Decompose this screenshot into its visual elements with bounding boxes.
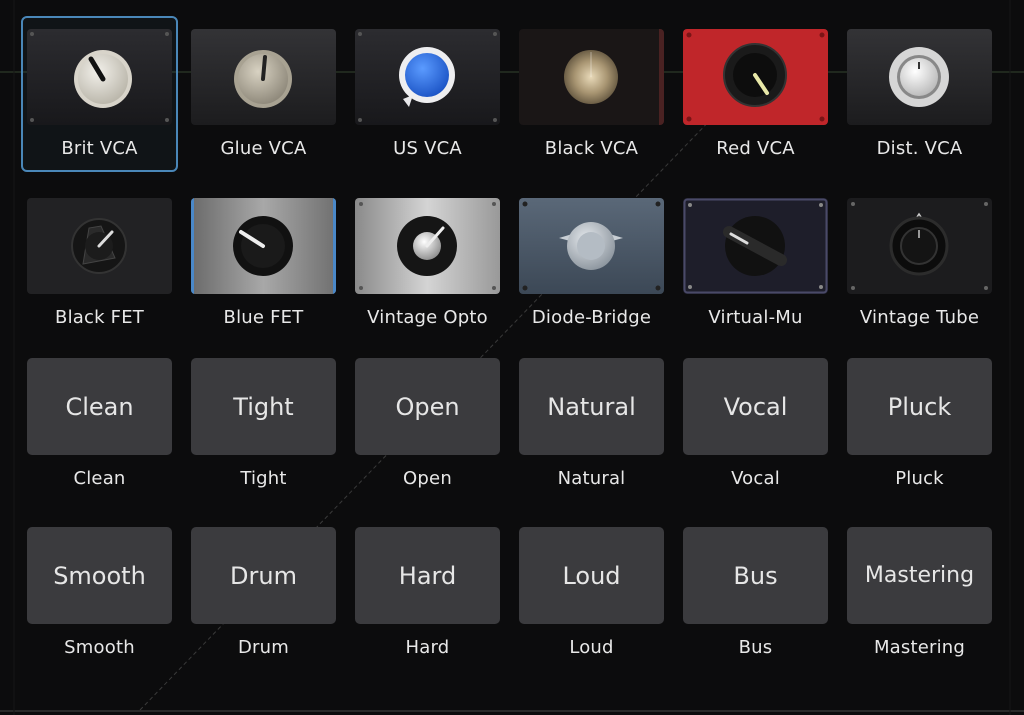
preset-mastering[interactable]: Mastering Mastering [847, 527, 992, 677]
preset-label: Hard [405, 637, 450, 658]
preset-label: Mastering [873, 637, 966, 658]
preset-label: Tight [240, 468, 287, 489]
model-label: Black VCA [544, 138, 639, 159]
vintage-opto-thumbnail [355, 198, 500, 294]
preset-label: Pluck [895, 468, 944, 489]
preset-button[interactable]: Mastering [847, 527, 992, 624]
model-glue-vca[interactable]: Glue VCA [191, 20, 336, 170]
model-blue-fet[interactable]: Blue FET [191, 189, 336, 339]
virtual-mu-thumbnail [683, 198, 828, 294]
preset-label: Loud [569, 637, 614, 658]
preset-button-label: Loud [562, 561, 621, 590]
model-vintage-opto[interactable]: Vintage Opto [355, 189, 500, 339]
model-label: Brit VCA [61, 138, 138, 159]
preset-button[interactable]: Drum [191, 527, 336, 624]
preset-label: Bus [738, 637, 773, 658]
preset-open[interactable]: Open Open [355, 358, 500, 508]
preset-tight[interactable]: Tight Tight [191, 358, 336, 508]
preset-label: Smooth [64, 637, 135, 658]
model-label: Glue VCA [220, 138, 307, 159]
preset-button-label: Open [395, 392, 460, 421]
preset-button-label: Drum [230, 561, 297, 590]
model-label: Diode-Bridge [531, 307, 652, 328]
model-label: Red VCA [716, 138, 795, 159]
preset-button[interactable]: Open [355, 358, 500, 455]
preset-button[interactable]: Loud [519, 527, 664, 624]
black-fet-thumbnail [27, 198, 172, 294]
preset-bus[interactable]: Bus Bus [683, 527, 828, 677]
model-virtual-mu[interactable]: Virtual-Mu [683, 189, 828, 339]
preset-button[interactable]: Hard [355, 527, 500, 624]
preset-button-label: Vocal [723, 392, 788, 421]
preset-natural[interactable]: Natural Natural [519, 358, 664, 508]
us-vca-thumbnail [355, 29, 500, 125]
glue-vca-thumbnail [191, 29, 336, 125]
model-label: Virtual-Mu [708, 307, 803, 328]
model-brit-vca[interactable]: Brit VCA [21, 16, 178, 172]
preset-label: Natural [557, 468, 626, 489]
brit-vca-thumbnail [27, 29, 172, 125]
preset-button-label: Hard [398, 561, 457, 590]
model-dist-vca[interactable]: Dist. VCA [847, 20, 992, 170]
preset-button[interactable]: Clean [27, 358, 172, 455]
model-label: Vintage Opto [367, 307, 488, 328]
preset-vocal[interactable]: Vocal Vocal [683, 358, 828, 508]
preset-button-label: Clean [65, 392, 134, 421]
model-label: Blue FET [223, 307, 304, 328]
black-vca-thumbnail [519, 29, 664, 125]
preset-drum[interactable]: Drum Drum [191, 527, 336, 677]
red-vca-thumbnail [683, 29, 828, 125]
preset-button[interactable]: Vocal [683, 358, 828, 455]
preset-button-label: Natural [547, 392, 636, 421]
blue-fet-thumbnail [191, 198, 336, 294]
preset-button-label: Bus [733, 561, 778, 590]
model-label: US VCA [393, 138, 462, 159]
preset-button[interactable]: Pluck [847, 358, 992, 455]
preset-button[interactable]: Tight [191, 358, 336, 455]
diode-bridge-thumbnail [519, 198, 664, 294]
model-label: Vintage Tube [859, 307, 980, 328]
model-label: Dist. VCA [876, 138, 963, 159]
model-us-vca[interactable]: US VCA [355, 20, 500, 170]
preset-pluck[interactable]: Pluck Pluck [847, 358, 992, 508]
preset-button-label: Smooth [53, 561, 146, 590]
model-black-vca[interactable]: Black VCA [519, 20, 664, 170]
preset-label: Open [403, 468, 452, 489]
preset-label: Drum [237, 637, 289, 658]
preset-button[interactable]: Natural [519, 358, 664, 455]
preset-label: Clean [73, 468, 126, 489]
model-label: Black FET [55, 307, 144, 328]
preset-button[interactable]: Bus [683, 527, 828, 624]
model-diode-bridge[interactable]: Diode-Bridge [519, 189, 664, 339]
preset-smooth[interactable]: Smooth Smooth [27, 527, 172, 677]
preset-button-label: Mastering [864, 563, 975, 588]
preset-button-label: Pluck [887, 392, 952, 421]
dist-vca-thumbnail [847, 29, 992, 125]
preset-hard[interactable]: Hard Hard [355, 527, 500, 677]
model-vintage-tube[interactable]: Vintage Tube [847, 189, 992, 339]
compressor-model-grid: Brit VCA Glue VCA US VCA Black VCA Red V… [21, 16, 992, 677]
preset-loud[interactable]: Loud Loud [519, 527, 664, 677]
model-red-vca[interactable]: Red VCA [683, 20, 828, 170]
model-black-fet[interactable]: Black FET [27, 189, 172, 339]
preset-button[interactable]: Smooth [27, 527, 172, 624]
preset-label: Vocal [731, 468, 780, 489]
preset-clean[interactable]: Clean Clean [27, 358, 172, 508]
vintage-tube-thumbnail [847, 198, 992, 294]
preset-button-label: Tight [233, 392, 294, 421]
